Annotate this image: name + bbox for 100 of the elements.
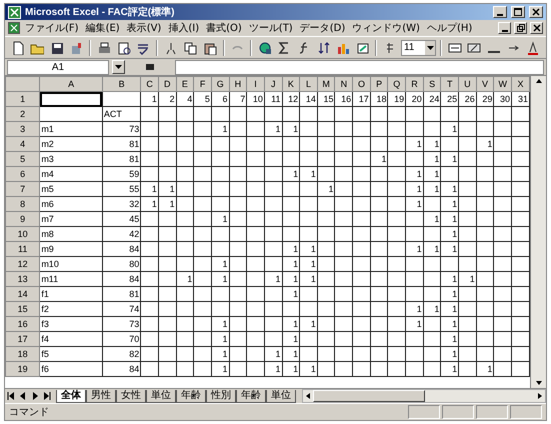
close-button[interactable] bbox=[530, 22, 543, 34]
dropdown-arrow-icon[interactable] bbox=[426, 46, 434, 50]
close-icon[interactable] bbox=[532, 24, 540, 32]
column-header[interactable]: E bbox=[176, 76, 194, 92]
column-header[interactable]: K bbox=[282, 76, 300, 92]
column-header[interactable]: H bbox=[229, 76, 247, 92]
new-file-icon[interactable] bbox=[10, 40, 25, 54]
row-header[interactable]: 6 bbox=[6, 166, 40, 182]
column-header[interactable]: T bbox=[440, 76, 459, 92]
column-header[interactable]: B bbox=[102, 76, 141, 92]
column-header[interactable]: U bbox=[458, 76, 476, 92]
prev-sheet-icon[interactable] bbox=[18, 391, 28, 401]
font-color-icon[interactable] bbox=[526, 40, 540, 54]
table-cell: 1 bbox=[440, 362, 459, 376]
column-header[interactable]: G bbox=[211, 76, 230, 92]
print-icon[interactable] bbox=[97, 40, 111, 54]
row-header[interactable]: 8 bbox=[6, 196, 40, 212]
column-header[interactable]: P bbox=[370, 76, 388, 92]
sort-icon[interactable] bbox=[316, 40, 331, 54]
column-header[interactable]: R bbox=[406, 76, 424, 92]
row-header[interactable]: 9 bbox=[6, 212, 40, 226]
vertical-scrollbar[interactable] bbox=[530, 76, 546, 388]
column-header[interactable]: I bbox=[246, 76, 264, 92]
row-header[interactable]: 4 bbox=[6, 136, 40, 152]
formula-input[interactable] bbox=[175, 60, 544, 74]
close-icon[interactable] bbox=[532, 8, 540, 16]
restore-button[interactable] bbox=[514, 22, 527, 34]
row-header[interactable]: 13 bbox=[6, 272, 40, 286]
minimize-button[interactable] bbox=[493, 6, 507, 18]
document-icon[interactable] bbox=[8, 22, 20, 34]
save-icon[interactable] bbox=[50, 40, 64, 54]
row-header[interactable]: 12 bbox=[6, 256, 40, 272]
row-header[interactable]: 10 bbox=[6, 226, 40, 242]
next-sheet-icon[interactable] bbox=[30, 391, 40, 401]
menu-item[interactable]: ファイル(F) bbox=[23, 21, 81, 35]
column-header[interactable]: X bbox=[512, 76, 530, 92]
merge-center-icon[interactable] bbox=[448, 40, 462, 54]
paste-icon[interactable] bbox=[202, 40, 217, 54]
column-header[interactable]: D bbox=[158, 76, 176, 92]
menu-item[interactable]: データ(D) bbox=[298, 21, 348, 35]
menu-item[interactable]: ツール(T) bbox=[246, 21, 295, 35]
column-header[interactable]: M bbox=[317, 76, 335, 92]
column-header[interactable]: W bbox=[494, 76, 512, 92]
cut-icon[interactable] bbox=[164, 40, 178, 54]
table-cell: 1 bbox=[440, 316, 459, 332]
row-header[interactable]: 15 bbox=[6, 302, 40, 316]
column-header[interactable]: S bbox=[423, 76, 441, 92]
row-header[interactable]: 3 bbox=[6, 122, 40, 136]
menu-item[interactable]: ウィンドウ(W) bbox=[350, 21, 422, 35]
column-header[interactable]: C bbox=[140, 76, 158, 92]
horizontal-scrollbar[interactable] bbox=[302, 389, 546, 403]
row-header[interactable]: 17 bbox=[6, 332, 40, 346]
menu-item[interactable]: ヘルプ(H) bbox=[424, 21, 474, 35]
table-cell: 1 bbox=[406, 302, 424, 316]
menu-item[interactable]: 表示(V) bbox=[124, 21, 164, 35]
row-header[interactable]: 7 bbox=[6, 182, 40, 196]
print-preview-icon[interactable] bbox=[116, 40, 131, 54]
sheet-tab[interactable]: 男性 bbox=[86, 390, 116, 402]
restore-icon[interactable] bbox=[516, 24, 524, 32]
name-box[interactable]: A1 bbox=[7, 60, 109, 74]
column-header[interactable]: V bbox=[476, 76, 494, 92]
row-header[interactable]: 2 bbox=[6, 106, 40, 122]
row-header[interactable]: 16 bbox=[6, 316, 40, 332]
font-size-field[interactable]: 11 bbox=[400, 40, 436, 56]
first-sheet-icon[interactable] bbox=[6, 391, 16, 401]
menu-item[interactable]: 挿入(I) bbox=[166, 21, 202, 35]
caret-icon[interactable] bbox=[115, 65, 122, 69]
dropdown-button[interactable] bbox=[112, 60, 125, 74]
table-cell: 1 bbox=[406, 182, 424, 196]
menu-item[interactable]: 編集(E) bbox=[84, 21, 122, 35]
column-header[interactable]: A bbox=[40, 76, 102, 92]
sheet-tab[interactable]: 年齢 bbox=[236, 390, 266, 402]
row-header[interactable]: 5 bbox=[6, 152, 40, 166]
sheet-tab[interactable]: 年齢 bbox=[176, 390, 206, 402]
menu-item[interactable]: 書式(O) bbox=[204, 21, 244, 35]
column-header[interactable]: Q bbox=[388, 76, 406, 92]
copy-icon[interactable] bbox=[183, 40, 198, 54]
active-cell[interactable] bbox=[40, 92, 102, 106]
table-cell: 1 bbox=[476, 362, 494, 376]
sheet-tab[interactable]: 性別 bbox=[206, 390, 236, 402]
sheet-tab[interactable]: 単位 bbox=[146, 390, 176, 402]
drawing-icon[interactable] bbox=[356, 40, 370, 54]
minimize-button[interactable] bbox=[498, 22, 511, 34]
maximize-icon[interactable] bbox=[514, 8, 522, 16]
last-sheet-icon[interactable] bbox=[42, 391, 52, 401]
row-header[interactable]: 14 bbox=[6, 286, 40, 302]
row-header[interactable]: 1 bbox=[6, 92, 40, 106]
row-header[interactable]: 19 bbox=[6, 362, 40, 376]
sheet-tab[interactable]: 全体 bbox=[56, 390, 86, 402]
column-header[interactable]: N bbox=[334, 76, 353, 92]
maximize-button[interactable] bbox=[511, 6, 525, 18]
column-header[interactable]: O bbox=[352, 76, 370, 92]
row-header[interactable]: 18 bbox=[6, 346, 40, 362]
sheet-tab[interactable]: 単位 bbox=[266, 390, 296, 402]
sheet-tab[interactable]: 女性 bbox=[116, 390, 146, 402]
close-button[interactable] bbox=[529, 6, 543, 18]
row-header[interactable]: 11 bbox=[6, 242, 40, 256]
column-header[interactable]: J bbox=[264, 76, 282, 92]
column-header[interactable]: L bbox=[300, 76, 318, 92]
column-header[interactable]: F bbox=[194, 76, 212, 92]
